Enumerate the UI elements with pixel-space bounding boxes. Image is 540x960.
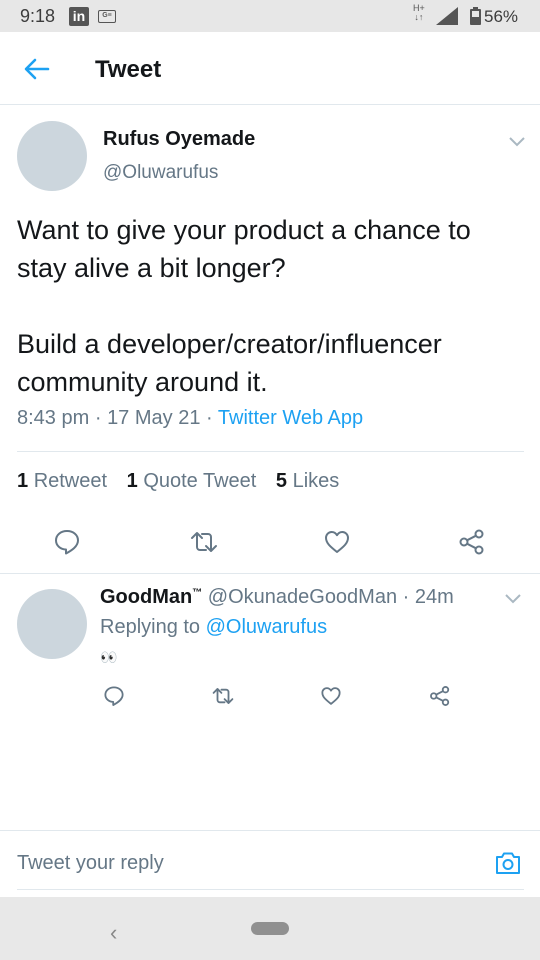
likes-stat[interactable]: 5 Likes	[276, 470, 339, 492]
replying-to: Replying to @Oluwarufus	[100, 616, 327, 639]
author-avatar[interactable]	[17, 121, 87, 191]
meta-separator: ·	[94, 407, 102, 429]
page-title: Tweet	[95, 56, 162, 83]
quote-count: 1	[126, 470, 138, 492]
author-name[interactable]: Rufus Oyemade	[103, 128, 255, 151]
reply-icon[interactable]	[53, 528, 81, 556]
heart-icon[interactable]	[320, 685, 342, 707]
reply-input[interactable]: Tweet your reply	[17, 852, 164, 875]
author-handle[interactable]: @Oluwarufus	[103, 162, 218, 184]
reply-icon[interactable]	[103, 685, 125, 707]
reply-author-name-text: GoodMan	[100, 586, 193, 608]
chevron-down-icon[interactable]	[503, 591, 523, 605]
tweet-text-paragraph-1: Want to give your product a chance to st…	[17, 215, 471, 283]
battery-icon	[470, 7, 481, 25]
battery-percent: 56%	[484, 7, 519, 26]
linkedin-icon: in	[69, 7, 89, 26]
gs-icon: G≡	[98, 10, 116, 23]
tweet-text: Want to give your product a chance to st…	[17, 211, 527, 401]
replying-to-mention[interactable]: @Oluwarufus	[206, 616, 327, 638]
like-label: Likes	[292, 470, 340, 492]
retweet-label: Retweet	[33, 470, 108, 492]
signal-icon	[436, 7, 458, 25]
divider	[17, 451, 524, 452]
arrow-left-icon[interactable]	[22, 54, 52, 84]
divider	[0, 573, 540, 574]
tweet-date: 17 May 21	[107, 407, 201, 429]
retweet-icon[interactable]	[211, 685, 235, 707]
tweet-source-link[interactable]: Twitter Web App	[218, 407, 363, 429]
divider	[0, 830, 540, 831]
quote-tweets-stat[interactable]: 1 Quote Tweet	[127, 470, 257, 492]
reply-age: 24m	[414, 586, 454, 608]
share-icon[interactable]	[429, 685, 451, 707]
network-type: H+ ↓↑	[413, 3, 425, 22]
status-bar: 9:18 in G≡ H+ ↓↑ 56%	[0, 0, 540, 32]
reply-header: GoodMan™ @OkunadeGoodMan · 24m	[100, 586, 454, 609]
like-count: 5	[275, 470, 288, 492]
tweet-time: 8:43 pm	[17, 407, 90, 429]
meta-separator: ·	[206, 407, 213, 429]
top-bar: Tweet	[0, 32, 540, 105]
reply-author-name[interactable]: GoodMan™	[100, 586, 202, 608]
tweet-meta: 8:43 pm · 17 May 21 · Twitter Web App	[17, 407, 363, 430]
nav-back-icon[interactable]: ‹	[110, 920, 117, 946]
nav-home-button[interactable]	[251, 922, 289, 935]
retweets-stat[interactable]: 1 Retweet	[17, 470, 107, 492]
retweet-count: 1	[17, 470, 29, 492]
retweet-icon[interactable]	[189, 528, 219, 556]
reply-author-handle[interactable]: @OkunadeGoodMan	[208, 586, 397, 608]
trademark-symbol: ™	[192, 587, 203, 599]
status-time: 9:18	[20, 6, 56, 26]
quote-label: Quote Tweet	[143, 470, 257, 492]
replying-prefix: Replying to	[100, 616, 201, 638]
heart-icon[interactable]	[323, 528, 351, 556]
share-icon[interactable]	[458, 528, 486, 556]
tweet-text-paragraph-2: Build a developer/creator/influencer com…	[17, 329, 442, 397]
divider	[17, 889, 524, 890]
camera-icon[interactable]	[494, 849, 522, 877]
tweet-stats: 1 Retweet 1 Quote Tweet 5 Likes	[17, 470, 353, 493]
chevron-down-icon[interactable]	[507, 134, 527, 148]
reply-text: 👀	[100, 649, 117, 665]
meta-separator: ·	[402, 586, 410, 608]
reply-author-avatar[interactable]	[17, 589, 87, 659]
